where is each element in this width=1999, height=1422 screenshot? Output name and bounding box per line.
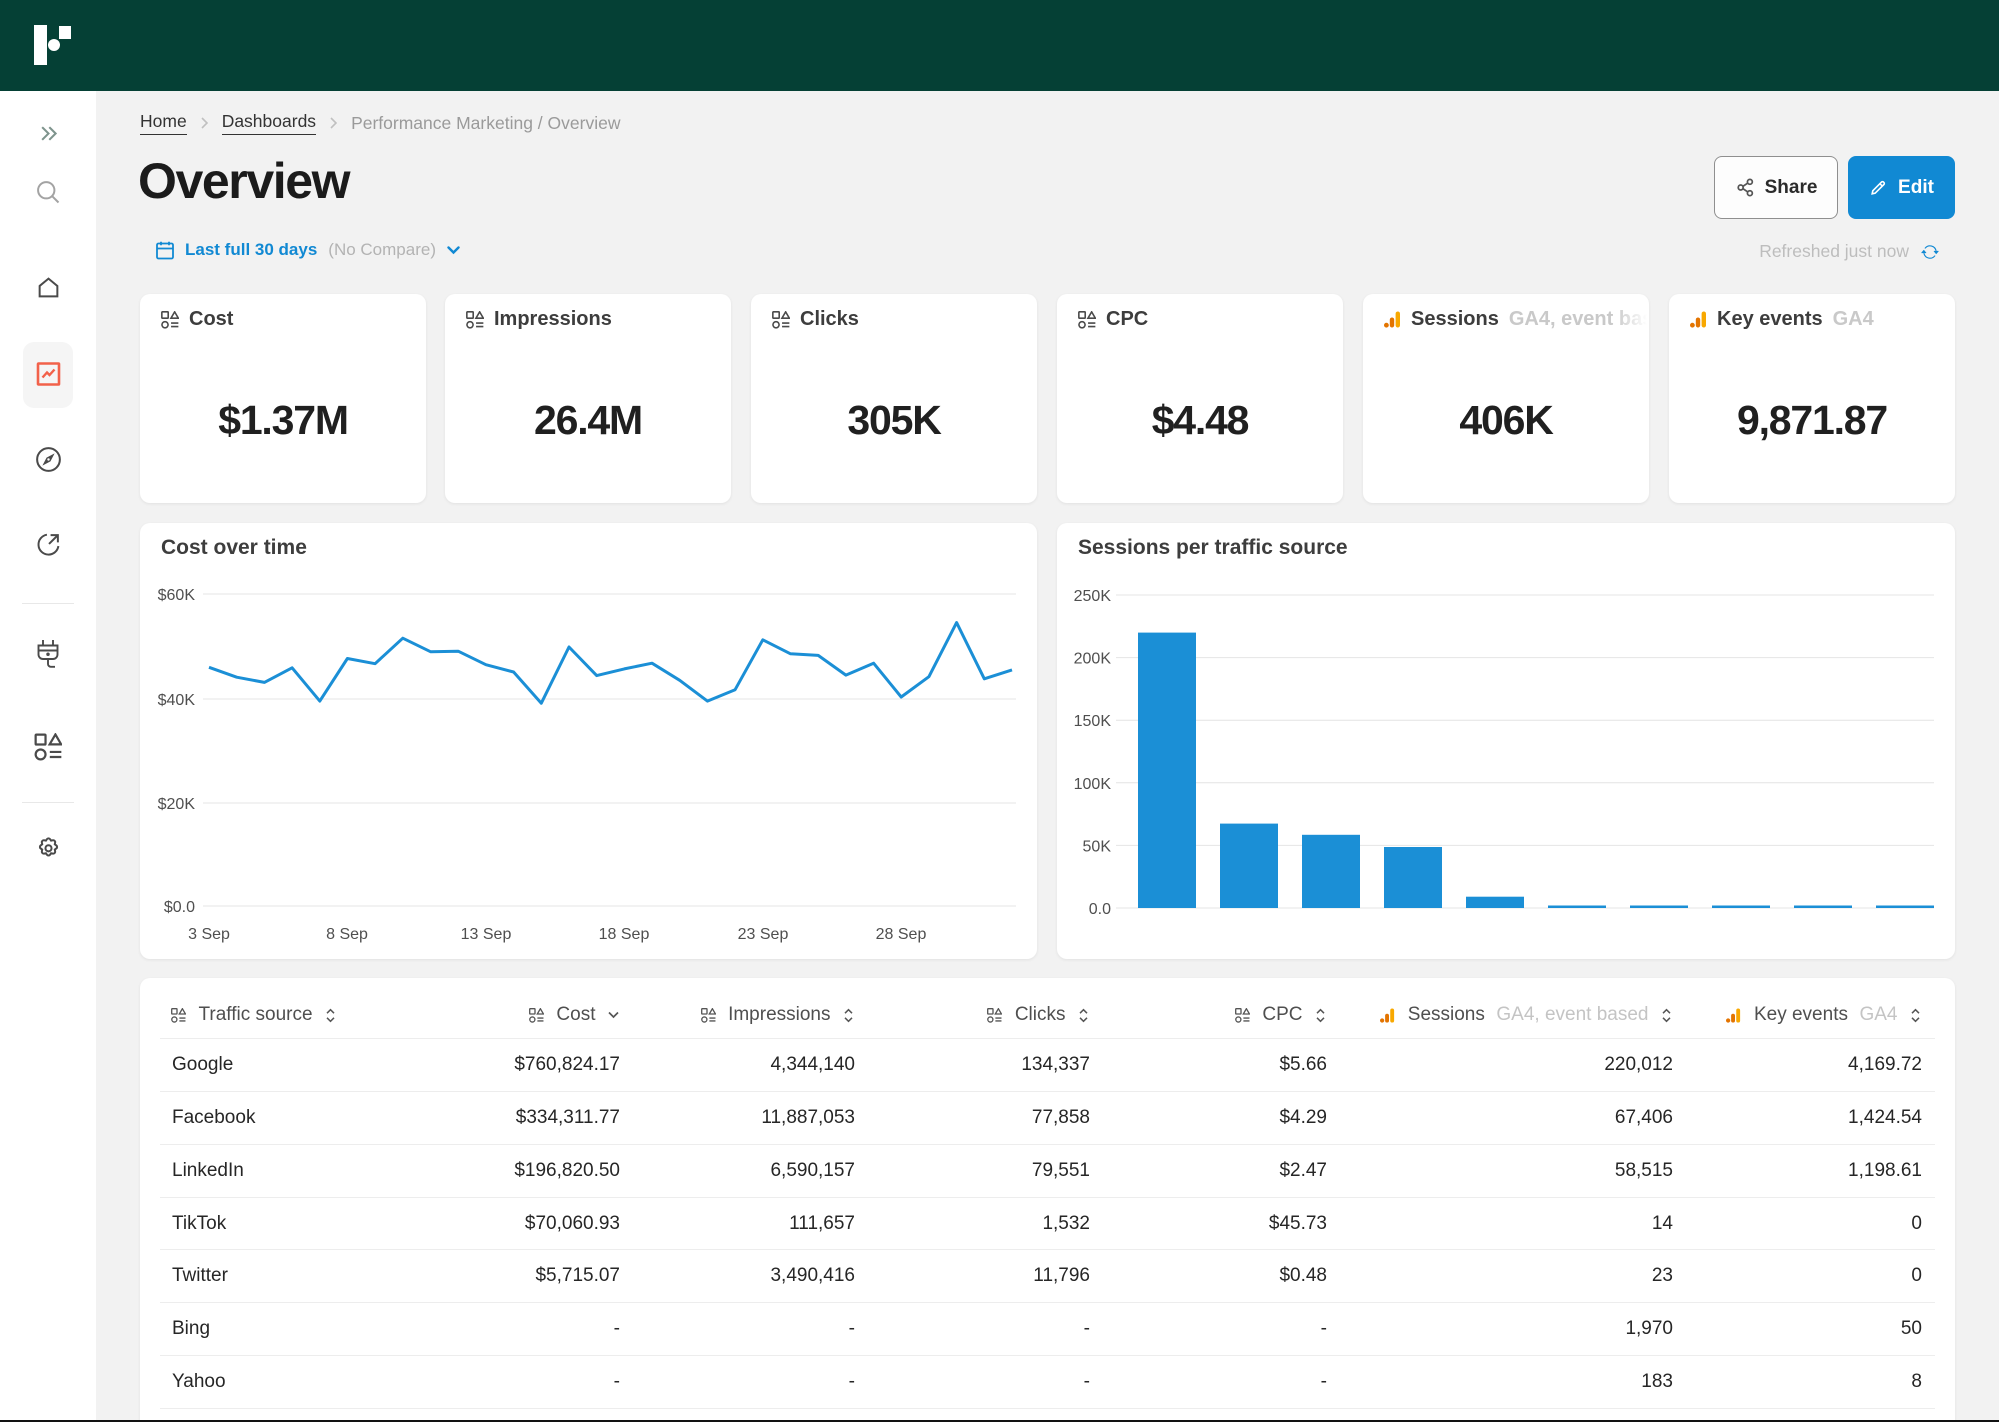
svg-text:$0.0: $0.0 bbox=[164, 899, 195, 916]
svg-text:$40K: $40K bbox=[158, 692, 196, 709]
svg-text:28 Sep: 28 Sep bbox=[876, 926, 927, 943]
svg-text:$20K: $20K bbox=[158, 796, 196, 813]
svg-text:$60K: $60K bbox=[158, 587, 196, 604]
svg-text:8 Sep: 8 Sep bbox=[326, 926, 368, 943]
svg-text:150K: 150K bbox=[1074, 713, 1112, 730]
svg-text:0.0: 0.0 bbox=[1089, 901, 1111, 918]
svg-text:250K: 250K bbox=[1074, 588, 1112, 605]
svg-text:3 Sep: 3 Sep bbox=[188, 926, 230, 943]
svg-text:23 Sep: 23 Sep bbox=[738, 926, 789, 943]
svg-text:18 Sep: 18 Sep bbox=[599, 926, 650, 943]
svg-text:100K: 100K bbox=[1074, 776, 1112, 793]
svg-text:200K: 200K bbox=[1074, 651, 1112, 668]
svg-text:50K: 50K bbox=[1083, 838, 1112, 855]
svg-text:13 Sep: 13 Sep bbox=[461, 926, 512, 943]
